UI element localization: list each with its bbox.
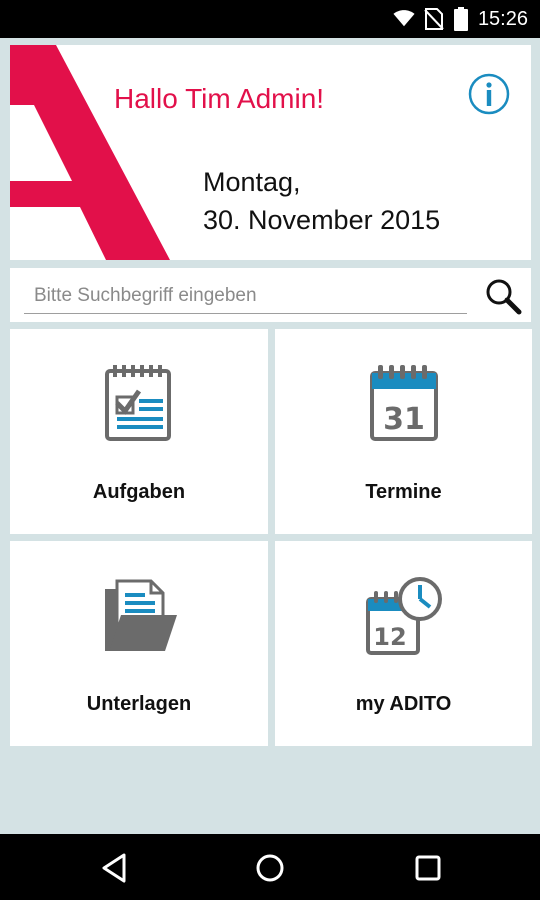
battery-icon	[454, 7, 468, 31]
tile-label-termine: Termine	[365, 481, 442, 503]
search-input[interactable]	[24, 278, 467, 314]
svg-text:31: 31	[383, 402, 425, 437]
calendar-clock-icon: 12	[365, 577, 442, 655]
status-bar: 15:26	[0, 0, 540, 38]
date-display: Montag, 30. November 2015	[203, 163, 440, 239]
greeting-text: Hallo Tim Admin!	[114, 83, 325, 114]
no-sim-icon	[424, 8, 444, 30]
calendar-icon: 31	[369, 365, 438, 441]
back-icon[interactable]	[98, 852, 130, 884]
tile-label-aufgaben: Aufgaben	[92, 481, 186, 503]
navigation-bar	[0, 834, 540, 900]
tile-aufgaben[interactable]: Aufgaben	[10, 329, 268, 534]
header-card: Hallo Tim Admin! Montag, 30. November 20…	[10, 45, 531, 260]
tile-unterlagen[interactable]: Unterlagen	[10, 541, 268, 746]
status-time: 15:26	[477, 8, 528, 30]
home-icon[interactable]	[254, 852, 286, 884]
adito-logo	[10, 45, 170, 260]
tile-my-adito[interactable]: 12 my ADITO	[275, 541, 532, 746]
date-weekday: Montag,	[203, 167, 301, 197]
documents-icon	[105, 579, 177, 651]
tile-label-my-adito: my ADITO	[355, 693, 452, 715]
date-full: 30. November 2015	[203, 205, 441, 235]
search-icon[interactable]	[483, 276, 523, 316]
tile-termine[interactable]: 31 Termine	[275, 329, 532, 534]
search-bar	[10, 268, 531, 322]
info-icon[interactable]	[467, 72, 511, 116]
recents-icon[interactable]	[412, 852, 444, 884]
wifi-icon	[393, 10, 415, 27]
svg-text:12: 12	[373, 623, 406, 651]
tile-label-unterlagen: Unterlagen	[86, 693, 192, 715]
tasks-icon	[105, 365, 171, 441]
